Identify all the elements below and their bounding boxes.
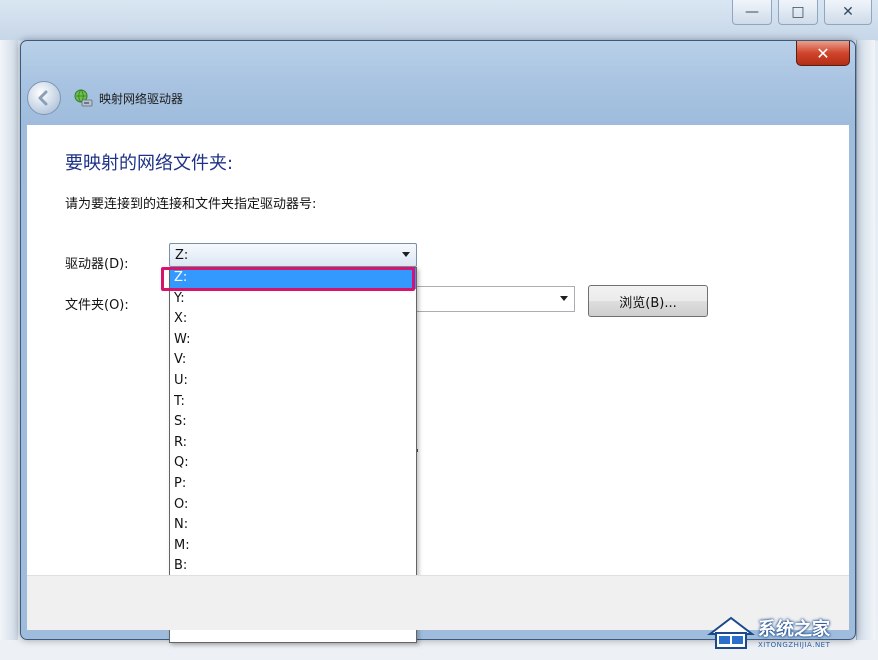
maximize-button[interactable]: □ <box>778 0 818 25</box>
dropdown-item[interactable]: O: <box>170 495 416 516</box>
instruction-text: 请为要连接到的连接和文件夹指定驱动器号: <box>65 197 317 212</box>
minimize-icon: — <box>745 4 759 20</box>
dropdown-item[interactable]: W: <box>170 330 416 351</box>
dialog-header: 映射网络驱动器 <box>27 75 847 121</box>
background-left-pane <box>0 40 18 640</box>
dropdown-item[interactable]: P: <box>170 474 416 495</box>
watermark-subtext: XITONGZHIJIA.NET <box>758 641 831 649</box>
watermark-logo-icon <box>707 616 755 649</box>
back-arrow-icon <box>38 90 48 106</box>
drive-select[interactable]: Z: <box>169 243 417 267</box>
dropdown-item[interactable]: U: <box>170 371 416 392</box>
dropdown-arrow-icon <box>402 252 410 257</box>
page-heading: 要映射的网络文件夹: <box>65 153 234 174</box>
dialog-title: 映射网络驱动器 <box>99 91 184 106</box>
dropdown-item[interactable]: B: <box>170 556 416 577</box>
network-drive-icon <box>73 88 93 108</box>
background-caption-buttons: — □ ✕ <box>732 0 872 25</box>
watermark-text: 系统之家 <box>758 619 830 640</box>
watermark: 系统之家 XITONGZHIJIA.NET <box>706 612 830 652</box>
dropdown-item[interactable]: Q: <box>170 453 416 474</box>
map-network-drive-dialog: ✕ 映射网络驱动器 要映射的网络文件夹: 请为要连接到的连接和文件夹指定驱动器号… <box>20 40 856 643</box>
dropdown-item[interactable]: R: <box>170 433 416 454</box>
browse-button[interactable]: 浏览(B)... <box>588 285 708 317</box>
folder-label: 文件夹(O): <box>65 298 129 313</box>
dropdown-item[interactable]: Y: <box>170 289 416 310</box>
background-scrollbar[interactable] <box>856 40 875 640</box>
dropdown-item[interactable]: M: <box>170 536 416 557</box>
dropdown-item[interactable]: S: <box>170 412 416 433</box>
close-icon: ✕ <box>816 43 830 63</box>
dialog-close-button[interactable]: ✕ <box>796 41 850 66</box>
dropdown-item[interactable]: T: <box>170 392 416 413</box>
dialog-content: 要映射的网络文件夹: 请为要连接到的连接和文件夹指定驱动器号: 驱动器(D): … <box>27 125 849 643</box>
back-button[interactable] <box>27 81 61 115</box>
drive-label: 驱动器(D): <box>65 257 129 272</box>
dropdown-arrow-icon[interactable] <box>560 296 568 301</box>
dropdown-item[interactable]: V: <box>170 350 416 371</box>
annotation-highlight-box <box>161 267 415 291</box>
dropdown-item[interactable]: X: <box>170 309 416 330</box>
background-close-button[interactable]: ✕ <box>824 0 872 25</box>
close-icon: ✕ <box>842 4 854 20</box>
minimize-button[interactable]: — <box>732 0 772 25</box>
maximize-icon: □ <box>791 4 805 20</box>
dropdown-item[interactable]: N: <box>170 515 416 536</box>
drive-select-value: Z: <box>175 247 189 263</box>
